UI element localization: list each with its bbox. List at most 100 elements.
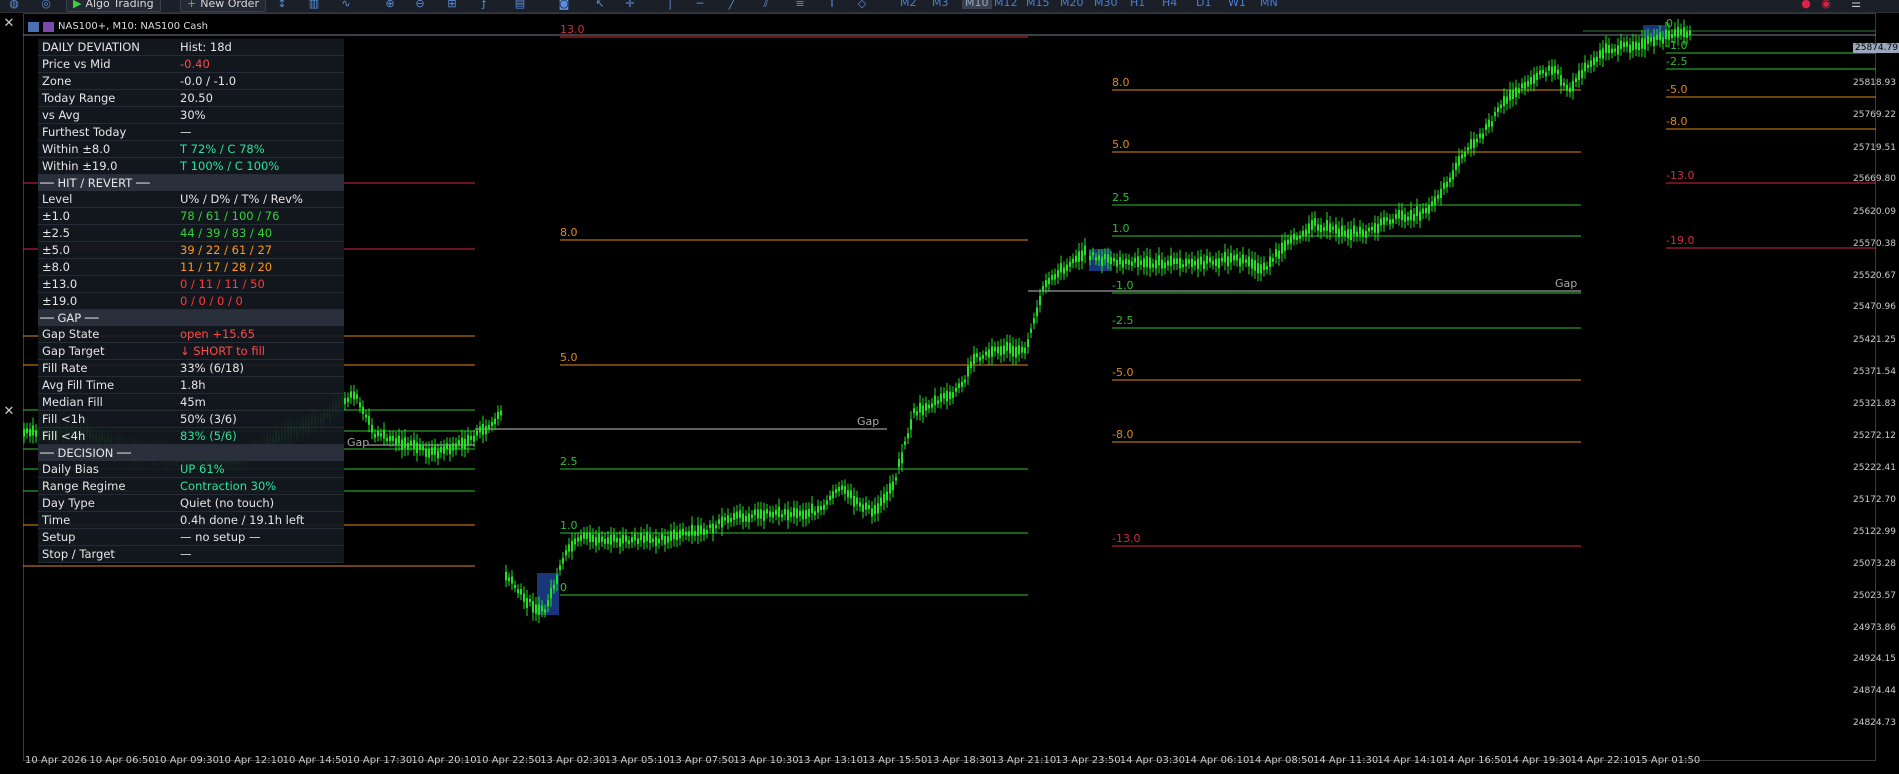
day4-level-label: -5.0 [1666,83,1687,96]
close-icon-2[interactable]: ✕ [2,405,16,419]
candle-body [401,439,403,450]
time-tick: 13 Apr 18:30 [926,755,992,766]
candle-body [688,531,690,537]
buy-icon[interactable]: ↕ [276,0,288,10]
candle-body [547,600,549,607]
timeframe-d1[interactable]: D1 [1196,0,1211,9]
candle-body [640,533,642,541]
price-axis[interactable]: 25874.79 25818.93 25769.22 25719.51 25669.80… [1853,13,1899,761]
candle-body [550,587,552,599]
candle-body [517,589,519,594]
candle-body [1200,256,1202,265]
candle-body [365,414,367,418]
candle-body [568,544,570,552]
panel-row-value: open +15.65 [180,327,255,341]
time-tick: 10 Apr 2026 [25,755,87,766]
candle-body [901,452,903,464]
candle-body [1422,208,1424,214]
candle-body [1272,258,1274,262]
candle-body [1260,264,1262,274]
candle-body [988,349,990,358]
candle-body [1113,257,1115,262]
timeframe-m10[interactable]: M10 [962,0,992,9]
panel-row-label: Today Range [42,91,116,105]
candle-body [931,403,933,408]
account-icon[interactable]: ◉ [1820,0,1832,10]
vertical-line-icon[interactable]: │ [664,0,676,10]
templates-icon[interactable]: ▤ [514,0,526,10]
time-axis[interactable]: 10 Apr 2026 10 Apr 06:50 10 Apr 09:30 10 Ap… [23,755,1876,773]
algo-trading-button[interactable]: ▶ Algo Trading [66,0,161,12]
channel-icon[interactable]: ⫽ [760,0,772,10]
candle-body [661,533,663,541]
timeframe-mn[interactable]: MN [1260,0,1278,9]
panel-row-label: Fill <1h [42,412,86,426]
candle-body [1572,80,1574,92]
panel-row-value: — [180,547,192,561]
candle-body [877,503,879,514]
candle-body [523,593,525,602]
fibonacci-icon[interactable]: ≡ [794,0,806,10]
candle-body [1485,124,1487,130]
trendline-icon[interactable]: ╱ [726,0,738,10]
time-tick: 10 Apr 20:10 [411,755,477,766]
candle-body [1446,181,1448,188]
timeframe-h1[interactable]: H1 [1130,0,1145,9]
timeframe-m15[interactable]: M15 [1026,0,1050,9]
timeframe-m2[interactable]: M2 [900,0,917,9]
bars-icon[interactable]: ▥ [308,0,320,10]
candle-body [1122,260,1124,268]
candle-body [1488,119,1490,127]
candle-body [829,495,831,501]
timeframe-m30[interactable]: M30 [1094,0,1118,9]
panel-row-label: Fill <4h [42,429,86,443]
close-icon[interactable]: ✕ [2,17,16,31]
zoom-out-icon[interactable]: ⊖ [414,0,426,10]
candle-body [1006,341,1008,351]
text-icon[interactable]: T [826,0,838,10]
screenshot-icon[interactable]: ◙ [558,0,570,10]
menu-icon[interactable]: ☰ [1850,0,1862,10]
candle-body [1128,259,1130,265]
panel-row: Day Type Quiet (no touch) [38,495,344,512]
candle-body [1665,29,1667,40]
candle-body [1464,151,1466,157]
timeframe-h4[interactable]: H4 [1162,0,1177,9]
new-order-button[interactable]: + New Order [180,0,266,12]
timeframe-m12[interactable]: M12 [994,0,1018,9]
candle-body [748,513,750,522]
window-icon [28,21,39,32]
panel-row-label: Within ±8.0 [42,142,111,156]
shapes-icon[interactable]: ◇ [856,0,868,10]
candle-body [1356,231,1358,237]
candle-body [1581,69,1583,78]
cursor-icon[interactable]: ↖ [594,0,606,10]
candle-body [1278,250,1280,259]
notification-icon[interactable]: ● [1800,0,1812,10]
timeframe-m3[interactable]: M3 [932,0,949,9]
grid-icon[interactable]: ⊞ [446,0,458,10]
panel-row-value: 39 / 22 / 61 / 27 [180,243,273,257]
panel-row-label: Gap State [42,327,100,341]
candle-body [1305,229,1307,236]
horizontal-line-icon[interactable]: ─ [694,0,706,10]
zoom-in-icon[interactable]: ⊕ [384,0,396,10]
candle-body [473,435,475,442]
gap-label: Gap [1555,277,1577,290]
candle-body [796,508,798,519]
candle-body [1092,252,1094,256]
line-chart-icon[interactable]: ∿ [340,0,352,10]
candle-body [1257,263,1259,274]
timeframe-w1[interactable]: W1 [1228,0,1246,9]
day3-level-label: 1.0 [1112,222,1130,235]
globe-icon[interactable]: ◎ [40,0,52,10]
candle-body [1335,224,1337,234]
candle-body [997,346,999,354]
indicators-icon[interactable]: ƒ [478,0,490,10]
candle-body [532,601,534,613]
panel-row-value: T 72% / C 78% [180,142,265,156]
candle-body [1545,72,1547,77]
timeframe-m20[interactable]: M20 [1060,0,1084,9]
crosshair-icon[interactable]: ✛ [624,0,636,10]
chart-icon[interactable]: ◍ [8,0,20,10]
